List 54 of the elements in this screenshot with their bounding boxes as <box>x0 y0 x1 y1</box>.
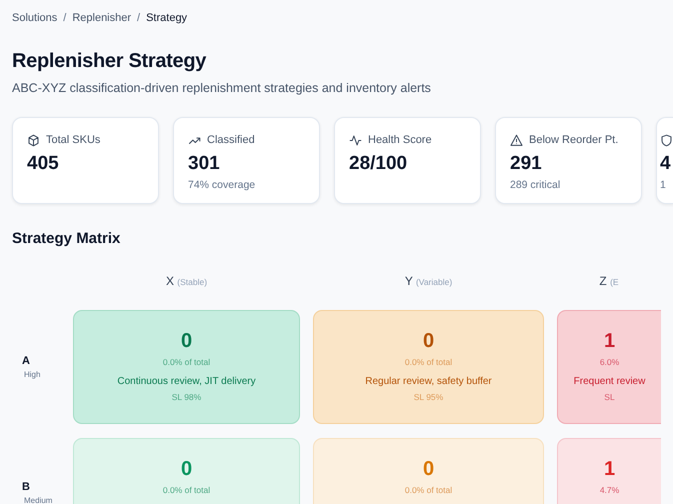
breadcrumb-separator: / <box>137 12 140 24</box>
strategy-card[interactable]: 0 0.0% of total <box>313 438 544 504</box>
row-label: High <box>24 370 40 379</box>
column-header: Z (E <box>598 274 620 288</box>
page-title: Replenisher Strategy <box>12 49 208 73</box>
stat-value: 28/100 <box>349 153 408 175</box>
stat-value: 301 <box>188 153 220 175</box>
pulse-icon <box>349 134 362 146</box>
strategy-card[interactable]: 0 0.0% of total <box>73 438 300 504</box>
breadcrumb-link[interactable]: Replenisher <box>72 12 132 24</box>
stat-note: 289 critical <box>510 179 560 191</box>
stat-note: 74% coverage <box>188 179 256 191</box>
share-text: 6.0% <box>600 357 620 367</box>
stat-label: Total SKUs <box>46 134 100 146</box>
breadcrumb-separator: / <box>63 12 66 24</box>
warning-icon <box>510 134 523 146</box>
stat-label: Health Score <box>368 134 432 146</box>
sku-count: 0 <box>180 329 192 353</box>
strategy-text: Frequent review <box>574 376 646 387</box>
strategy-text: Regular review, safety buffer <box>365 376 492 387</box>
sku-count: 1 <box>604 329 616 353</box>
box-icon <box>27 134 40 146</box>
column-header: X (Stable) <box>164 274 208 288</box>
strategy-card[interactable]: 1 6.0% Frequent review SL <box>557 310 661 424</box>
stat-value: 291 <box>510 153 542 175</box>
strategy-text: Continuous review, JIT delivery <box>117 376 256 387</box>
service-level: SL <box>604 392 615 402</box>
sku-count: 0 <box>422 457 434 481</box>
page-subtitle: ABC-XYZ classification-driven replenishment strategies and inventory alerts <box>12 81 432 95</box>
sku-count: 0 <box>180 457 192 481</box>
stat-note: 1 <box>660 179 666 191</box>
share-text: 0.0% of total <box>404 357 452 367</box>
sku-count: 0 <box>422 329 434 353</box>
stat-value: 405 <box>27 153 59 175</box>
strategy-card[interactable]: 0 0.0% of total Regular review, safety buffer SL 95% <box>313 310 544 424</box>
service-level: SL 95% <box>414 392 444 402</box>
stat-label: Below Reorder Pt. <box>529 134 618 146</box>
sku-count: 1 <box>604 457 616 481</box>
breadcrumb-link[interactable]: Solutions <box>12 12 58 24</box>
share-text: 0.0% of total <box>162 485 210 495</box>
share-text: 4.7% <box>600 485 620 495</box>
row-letter: A <box>22 355 30 367</box>
share-text: 0.0% of total <box>404 485 452 495</box>
stat-value: 4 <box>660 153 671 175</box>
column-header: Y (Variable) <box>404 274 454 288</box>
row-label: Medium <box>24 496 52 504</box>
strategy-card[interactable]: 1 4.7% <box>557 438 661 504</box>
shield-icon <box>660 134 673 146</box>
section-title: Strategy Matrix <box>12 230 122 248</box>
strategy-card[interactable]: 0 0.0% of total Continuous review, JIT delivery SL 98% <box>73 310 300 424</box>
service-level: SL 98% <box>172 392 202 402</box>
share-text: 0.0% of total <box>162 357 210 367</box>
row-letter: B <box>22 481 30 493</box>
stat-label: Classified <box>207 134 255 146</box>
